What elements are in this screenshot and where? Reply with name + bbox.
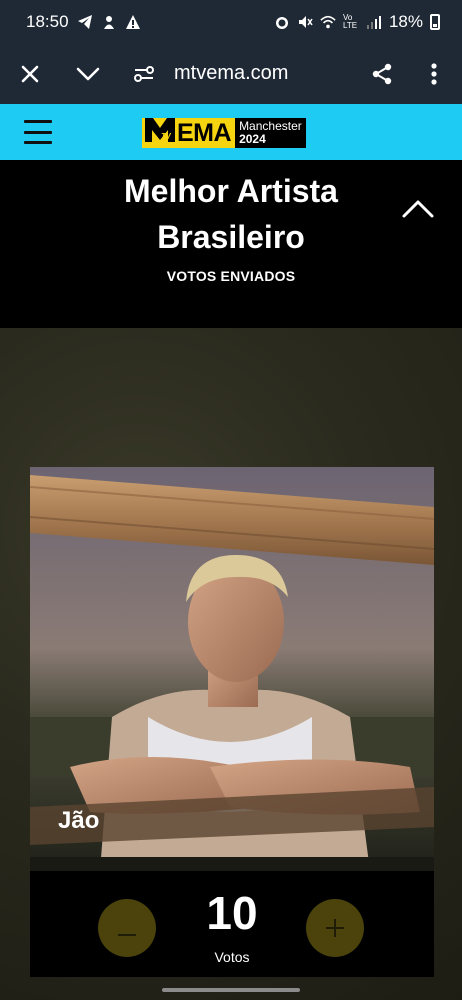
notification-icon [101, 14, 117, 30]
logo-ema-text: EMA [177, 119, 232, 147]
url-bar[interactable]: mtvema.com [174, 60, 288, 86]
mtv-m-icon: TV [145, 117, 175, 149]
site-settings-icon[interactable] [124, 54, 164, 94]
category-title-line2: Brasileiro [157, 219, 305, 255]
logo-location: Manchester 2024 [235, 118, 306, 148]
nominee-name: Jão [58, 807, 100, 834]
wifi-icon [320, 14, 336, 30]
clock: 18:50 [26, 12, 69, 31]
signal-icon [366, 14, 382, 30]
chevron-up-icon[interactable] [398, 196, 438, 226]
mtv-ema-logo[interactable]: TV EMA Manchester 2024 [142, 117, 306, 149]
telegram-icon [77, 14, 93, 30]
battery-icon [430, 14, 440, 30]
chevron-down-icon[interactable] [68, 54, 108, 94]
nominee-card: Jão 10 Votos [30, 467, 434, 977]
vote-controls: 10 Votos [30, 871, 434, 977]
home-indicator[interactable] [162, 988, 300, 992]
status-bar: 18:50 Vo LTE 18% [0, 0, 462, 44]
menu-icon[interactable] [24, 120, 52, 144]
vote-count: 10 [206, 887, 258, 939]
mute-icon [297, 14, 313, 30]
svg-text:TV: TV [161, 132, 171, 141]
close-icon[interactable] [10, 54, 50, 94]
increase-vote-button[interactable] [306, 899, 364, 957]
alarm-icon [274, 14, 290, 30]
volte-icon: Vo LTE [342, 13, 358, 30]
vote-status: VOTOS ENVIADOS [166, 268, 296, 284]
category-header: Melhor Artista Brasileiro VOTOS ENVIADOS [0, 160, 462, 328]
logo-year: 2024 [239, 132, 266, 146]
site-header: TV EMA Manchester 2024 [0, 104, 462, 160]
warning-icon [125, 14, 141, 30]
more-vert-icon[interactable] [414, 54, 454, 94]
battery-percent: 18% [388, 12, 423, 31]
share-icon[interactable] [362, 54, 402, 94]
vote-count-label: Votos [214, 949, 250, 965]
logo-ema: TV EMA [142, 117, 236, 149]
plus-icon [326, 913, 344, 944]
category-title-line1: Melhor Artista [124, 173, 338, 209]
minus-icon [118, 913, 136, 944]
category-title: Melhor Artista Brasileiro [60, 168, 402, 260]
nominee-photo: Jão [30, 467, 434, 871]
browser-toolbar: mtvema.com [0, 44, 462, 104]
decrease-vote-button[interactable] [98, 899, 156, 957]
